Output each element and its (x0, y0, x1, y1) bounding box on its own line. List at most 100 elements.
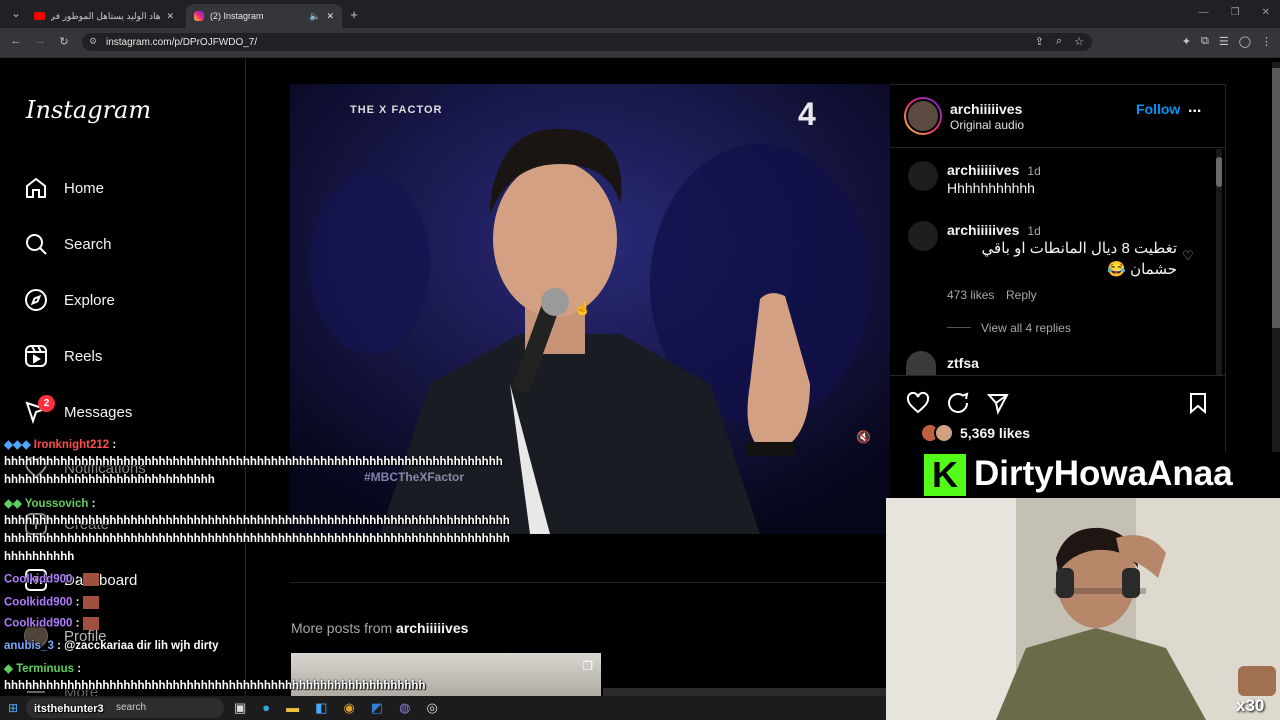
hashtag-watermark: #MBCTheXFactor (364, 470, 465, 484)
author-username[interactable]: archiiiiives (950, 101, 1022, 117)
scrollbar-thumb[interactable] (1272, 68, 1280, 328)
webcam-feed: x30 (886, 498, 1280, 720)
tab-instagram[interactable]: (2) Instagram 🔈 ✕ (186, 4, 342, 28)
comment-header: archiiiiives 1d (947, 162, 1041, 178)
reels-icon (25, 345, 47, 367)
obs-icon[interactable]: ◎ (426, 700, 437, 716)
search-icon (26, 234, 47, 255)
close-window-icon[interactable]: ✕ (1262, 7, 1270, 18)
scrollbar[interactable] (1216, 149, 1222, 375)
outlook-icon[interactable]: ◩ (371, 700, 383, 716)
chat-username: Coolkidd900 (4, 573, 73, 586)
comment-bubble-icon[interactable] (946, 391, 970, 415)
restore-icon[interactable]: ❐ (1231, 7, 1240, 18)
extensions-puzzle-icon[interactable]: ⧉ (1201, 35, 1209, 48)
instagram-logo[interactable]: Instagram (26, 96, 151, 124)
edge-icon[interactable]: ● (262, 700, 270, 716)
comment-text-line: ﺗﻐﻄﻴﺖ 8 ﺩﻳﺎﻝ ﺍﻟﻤﺎﻧﻄﺎﺕ ﺍﻭ ﺑﺎﻗﻲ (981, 240, 1177, 257)
comment-username[interactable]: archiiiiives (947, 222, 1019, 238)
speaker-icon[interactable]: 🔈 (309, 11, 320, 22)
windows-start-icon[interactable]: ⊞ (8, 701, 18, 715)
new-tab-button[interactable]: + (346, 7, 362, 22)
bookmark-star-icon[interactable]: ☆ (1074, 35, 1084, 48)
comment-likes[interactable]: 473 likes (947, 288, 994, 302)
discord-icon[interactable]: ◍ (399, 700, 410, 716)
save-bookmark-icon[interactable] (1186, 391, 1210, 415)
avatar (906, 99, 940, 133)
chat-line: hhhhhhhhhh (4, 551, 75, 563)
webcam-frame (886, 498, 1280, 720)
chat-separator: : (72, 573, 80, 586)
more-post-thumbnail[interactable] (603, 688, 886, 696)
site-info-icon[interactable]: ⚙ (89, 36, 97, 47)
nav-label: Home (64, 179, 105, 197)
view-replies-button[interactable]: View all 4 replies (981, 321, 1071, 335)
carousel-icon: ❐ (582, 659, 593, 673)
browser-menu-icon[interactable]: ⋮ (1261, 35, 1272, 48)
emote-icon (82, 573, 99, 586)
mute-icon[interactable]: 🔇 (856, 430, 871, 444)
more-options-icon[interactable]: ... (1188, 99, 1201, 117)
scrollbar-thumb[interactable] (1216, 157, 1222, 187)
author-avatar-ring[interactable] (904, 97, 942, 135)
nav-label: Explore (64, 291, 115, 309)
chat-message: anubis_3 : @zacckariaa dir lih wjh dirty (4, 640, 218, 652)
chat-badge-icon: ◆ (4, 663, 13, 675)
close-icon[interactable]: ✕ (326, 11, 334, 22)
audio-label[interactable]: Original audio (950, 118, 1024, 132)
task-view-icon[interactable]: ▣ (234, 700, 246, 716)
comment-username[interactable]: ztfsa (947, 355, 979, 371)
chat-message: Coolkidd900 : (4, 596, 99, 609)
chat-message: ◆◆◆ Ironknight212 : (4, 437, 116, 451)
reply-button[interactable]: Reply (1006, 288, 1037, 302)
divider (947, 327, 971, 328)
comment-like-icon[interactable]: ♡ (1182, 248, 1194, 264)
cursor-icon: ☝ (574, 300, 592, 316)
chat-badge-icon: ◆◆◆ (4, 439, 31, 451)
chat-username: Coolkidd900 (4, 617, 73, 630)
minimize-icon[interactable]: — (1199, 7, 1209, 18)
profile-icon[interactable]: ◯ (1239, 35, 1251, 48)
chat-message: ◆◆ Youssovich : (4, 496, 95, 510)
likes-count[interactable]: 5,369 likes (960, 425, 1030, 441)
tab-title: ﻫﺎﺩ ﺍﻟﻮﻟﻴﺪ ﻳﺴﺘﺎﻫﻞ ﺍﻟﻤﻮﻃﻮﺭ ﻓﻲ (51, 10, 161, 21)
nav-label: Reels (64, 347, 103, 365)
address-bar[interactable]: ⚙ instagram.com/p/DPrOJFWDO_7/ ⇪ ⌕ ☆ (82, 33, 1092, 51)
reading-list-icon[interactable]: ☰ (1219, 35, 1229, 48)
youtube-icon (34, 12, 45, 20)
back-icon[interactable]: ← (8, 35, 24, 47)
notification-badge: 2 (38, 395, 55, 412)
url-text: instagram.com/p/DPrOJFWDO_7/ (106, 36, 258, 48)
more-posts-username[interactable]: archiiiiives (396, 620, 468, 636)
nav-search[interactable]: Search (24, 228, 112, 260)
extension-icon[interactable]: ✦ (1182, 35, 1191, 48)
file-explorer-icon[interactable]: ▬ (286, 700, 299, 716)
page-scrollbar[interactable] (1272, 62, 1280, 498)
nav-label: Messages (64, 403, 133, 421)
close-icon[interactable]: ✕ (166, 11, 174, 22)
reload-icon[interactable]: ↻ (56, 35, 72, 48)
nav-explore[interactable]: Explore (24, 284, 115, 316)
comment-text: Hhhhhhhhhhh (947, 180, 1035, 196)
chat-message: Coolkidd900 : (4, 617, 99, 630)
avatar[interactable] (908, 221, 938, 251)
follow-button[interactable]: Follow (1136, 101, 1180, 117)
tab-list-icon[interactable]: ⌄ (8, 7, 24, 20)
nav-reels[interactable]: Reels (24, 340, 102, 372)
avatar[interactable] (906, 351, 936, 375)
zoom-icon[interactable]: ⌕ (1056, 35, 1062, 48)
avatar[interactable] (908, 161, 938, 191)
store-icon[interactable]: ◧ (315, 700, 327, 716)
comment-username[interactable]: archiiiiives (947, 162, 1019, 178)
chat-line: hhhhhhhhhhhhhhhhhhhhhhhhhhhhhh (4, 474, 215, 486)
like-heart-icon[interactable] (906, 391, 930, 415)
nav-home[interactable]: Home (24, 172, 104, 204)
tab-youtube[interactable]: ﻫﺎﺩ ﺍﻟﻮﻟﻴﺪ ﻳﺴﺘﺎﻫﻞ ﺍﻟﻤﻮﻃﻮﺭ ﻓﻲ ✕ (26, 4, 182, 28)
share-icon[interactable] (986, 391, 1010, 415)
chat-line: hhhhhhhhhhhhhhhhhhhhhhhhhhhhhhhhhhhhhhhh… (4, 456, 503, 468)
divider (890, 147, 1226, 148)
install-icon[interactable]: ⇪ (1035, 35, 1044, 48)
more-posts-heading: More posts from archiiiiives (291, 620, 468, 636)
forward-icon[interactable]: → (32, 35, 48, 47)
chrome-icon[interactable]: ◉ (343, 700, 354, 716)
